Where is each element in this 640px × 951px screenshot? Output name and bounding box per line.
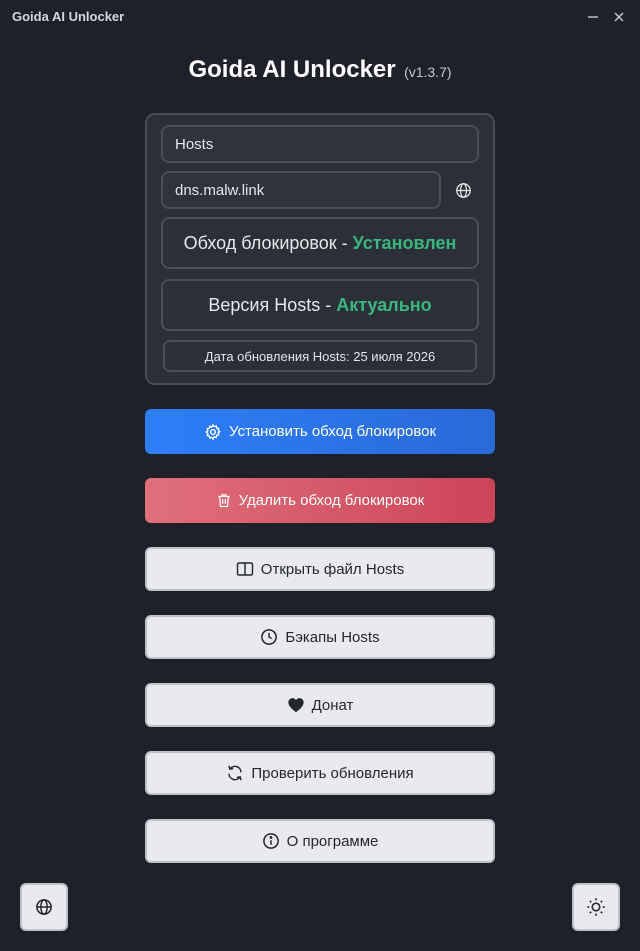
trash-icon: [216, 492, 232, 509]
check-updates-button[interactable]: Проверить обновления: [145, 751, 495, 795]
hosts-source-value: Hosts: [175, 135, 214, 153]
app-name: Goida AI Unlocker: [188, 56, 396, 83]
hosts-source-select[interactable]: Hosts: [161, 125, 479, 163]
hosts-version-box: Версия Hosts - Актуально: [161, 279, 479, 331]
dns-globe-button[interactable]: [451, 178, 475, 202]
close-icon: [614, 12, 624, 22]
refresh-icon: [226, 764, 244, 782]
update-date-box: Дата обновления Hosts: 25 июля 2026: [163, 340, 477, 372]
clock-icon: [260, 628, 278, 646]
dns-server-field[interactable]: dns.malw.link: [161, 171, 441, 209]
backups-label: Бэкапы Hosts: [285, 628, 380, 646]
check-updates-label: Проверить обновления: [251, 764, 414, 782]
donate-label: Донат: [311, 696, 354, 714]
hosts-version-value: Актуально: [336, 294, 432, 315]
remove-bypass-label: Удалить обход блокировок: [238, 492, 425, 509]
sun-icon: [587, 898, 605, 916]
minimize-button[interactable]: [582, 7, 604, 27]
bypass-status-label: Обход блокировок -: [183, 232, 353, 253]
about-label: О программе: [286, 832, 379, 850]
app-window: Goida AI Unlocker Goida AI Unlocker (v1.…: [0, 0, 640, 951]
language-button[interactable]: [20, 883, 68, 931]
close-button[interactable]: [608, 7, 630, 27]
bypass-status-box: Обход блокировок - Установлен: [161, 217, 479, 269]
info-icon: [262, 832, 280, 850]
install-bypass-label: Установить обход блокировок: [228, 423, 437, 440]
window-title: Goida AI Unlocker: [12, 9, 125, 24]
gear-icon: [204, 423, 222, 441]
about-button[interactable]: О программе: [145, 819, 495, 863]
install-bypass-button[interactable]: Установить обход блокировок: [145, 409, 495, 454]
bypass-status-value: Установлен: [352, 232, 457, 253]
dns-server-value: dns.malw.link: [175, 181, 265, 199]
open-hosts-button[interactable]: Открыть файл Hosts: [145, 547, 495, 591]
update-date-text: Дата обновления Hosts: 25 июля 2026: [204, 348, 436, 364]
theme-toggle-button[interactable]: [572, 883, 620, 931]
hosts-version-label: Версия Hosts -: [208, 294, 337, 315]
minimize-icon: [588, 16, 598, 18]
app-version: (v1.3.7): [404, 64, 452, 80]
app-heading: Goida AI Unlocker (v1.3.7): [0, 56, 640, 84]
donate-button[interactable]: Донат: [145, 683, 495, 727]
title-bar: Goida AI Unlocker: [0, 0, 640, 34]
globe-icon: [455, 182, 471, 198]
heart-icon: [287, 697, 305, 713]
book-open-icon: [236, 561, 254, 577]
backups-button[interactable]: Бэкапы Hosts: [145, 615, 495, 659]
open-hosts-label: Открыть файл Hosts: [260, 560, 405, 578]
status-panel: Hosts dns.malw.link Обход блокировок - У…: [145, 113, 495, 385]
globe-icon: [36, 899, 52, 915]
remove-bypass-button[interactable]: Удалить обход блокировок: [145, 478, 495, 523]
